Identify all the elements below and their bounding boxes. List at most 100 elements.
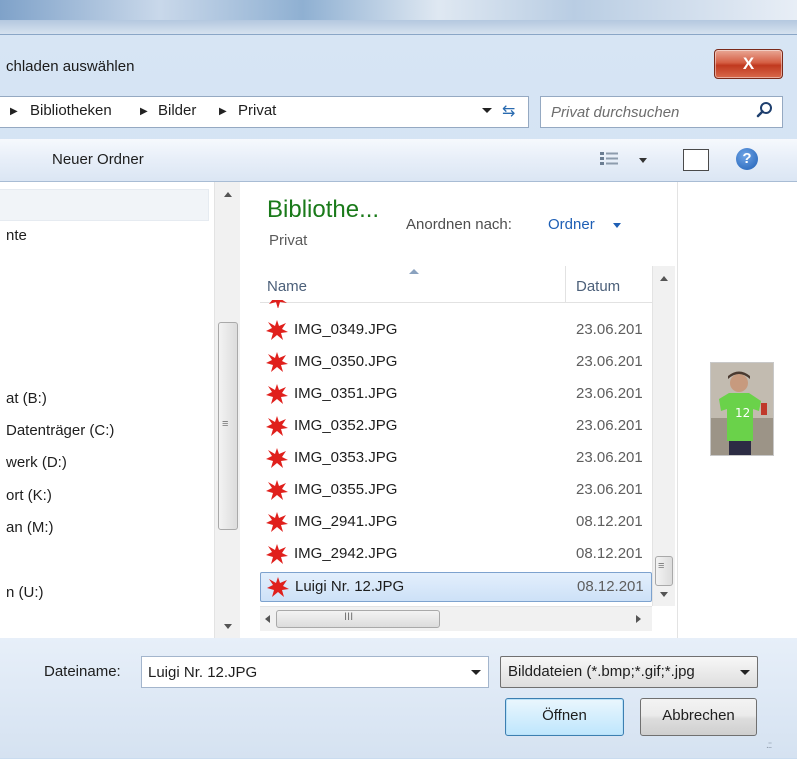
window-title: chladen auswählen (6, 58, 135, 75)
file-date: 23.06.201 (576, 417, 643, 434)
arrange-by-dropdown[interactable]: Ordner (548, 216, 595, 233)
file-date: 08.12.201 (576, 545, 643, 562)
paint-splat-icon (266, 544, 288, 564)
nav-item-drive-d[interactable]: werk (D:) (6, 454, 67, 471)
scroll-right-icon[interactable] (636, 615, 641, 623)
file-date: 23.06.201 (576, 385, 643, 402)
column-divider[interactable] (565, 266, 566, 302)
chevron-down-icon[interactable] (613, 223, 621, 228)
filename-combobox (141, 656, 489, 688)
scroll-down-icon[interactable] (224, 624, 232, 629)
breadcrumb[interactable]: ▶ Bibliotheken ▶ Bilder ▶ Privat ⇆ (0, 96, 529, 128)
open-button[interactable]: Öffnen (505, 698, 624, 736)
horizontal-scrollbar[interactable]: III (260, 606, 652, 631)
paint-splat-icon (269, 300, 287, 308)
file-row[interactable]: IMG_0350.JPG 23.06.201 (260, 348, 652, 376)
background-window-strip (0, 0, 797, 34)
file-row[interactable]: IMG_0355.JPG 23.06.201 (260, 476, 652, 504)
nav-item-documents[interactable]: nte (6, 227, 27, 244)
filename-label: Dateiname: (44, 663, 121, 680)
file-name: IMG_2942.JPG (294, 545, 398, 562)
chevron-down-icon[interactable] (639, 158, 647, 163)
list-item-partial[interactable] (260, 300, 652, 308)
new-folder-button[interactable]: Neuer Ordner (52, 151, 144, 168)
filename-input[interactable] (146, 661, 450, 683)
chevron-down-icon[interactable] (482, 108, 492, 113)
file-name: IMG_2941.JPG (294, 513, 398, 530)
breadcrumb-separator-icon[interactable]: ▶ (140, 106, 148, 117)
nav-item-drive-k[interactable]: ort (K:) (6, 487, 52, 504)
file-list-scrollbar[interactable]: ≡ (652, 266, 675, 606)
grip-icon: ≡ (222, 418, 229, 430)
file-row[interactable]: IMG_2942.JPG 08.12.201 (260, 540, 652, 568)
file-name: IMG_0349.JPG (294, 321, 398, 338)
scrollbar-thumb[interactable] (276, 610, 440, 628)
paint-splat-icon (266, 448, 288, 468)
file-row[interactable]: IMG_0353.JPG 23.06.201 (260, 444, 652, 472)
file-type-value: Bilddateien (*.bmp;*.gif;*.jpg (508, 663, 695, 680)
file-row[interactable]: IMG_0352.JPG 23.06.201 (260, 412, 652, 440)
refresh-icon[interactable]: ⇆ (502, 101, 515, 121)
file-row[interactable]: IMG_0349.JPG 23.06.201 (260, 316, 652, 344)
column-header-row: Name Datum (260, 266, 652, 303)
navigation-selected-item[interactable] (0, 189, 209, 221)
scroll-up-icon[interactable] (224, 192, 232, 197)
file-row-selected[interactable]: Luigi Nr. 12.JPG 08.12.201 (260, 572, 652, 602)
scroll-left-icon[interactable] (265, 615, 270, 623)
nav-item-drive-m[interactable]: an (M:) (6, 519, 54, 536)
scroll-up-icon[interactable] (660, 276, 668, 281)
file-date: 23.06.201 (576, 449, 643, 466)
file-name: IMG_0353.JPG (294, 449, 398, 466)
breadcrumb-bibliotheken[interactable]: Bibliotheken (30, 102, 112, 119)
navigation-pane: nte at (B:) Datenträger (C:) werk (D:) o… (0, 182, 241, 638)
column-header-name[interactable]: Name (267, 278, 307, 295)
sort-ascending-icon (409, 269, 419, 274)
nav-item-drive-b[interactable]: at (B:) (6, 390, 47, 407)
help-icon[interactable]: ? (736, 148, 758, 170)
file-date: 23.06.201 (576, 481, 643, 498)
paint-splat-icon (266, 480, 288, 500)
paint-splat-icon (266, 512, 288, 532)
navigation-scrollbar[interactable]: ≡ (214, 182, 241, 638)
search-icon[interactable] (755, 100, 775, 120)
chevron-down-icon[interactable] (471, 670, 481, 675)
paint-splat-icon (266, 352, 288, 372)
nav-item-drive-c[interactable]: Datenträger (C:) (6, 422, 114, 439)
paint-splat-icon (266, 320, 288, 340)
photo-preview: 12 (710, 362, 774, 456)
file-name: IMG_0352.JPG (294, 417, 398, 434)
main-content: nte at (B:) Datenträger (C:) werk (D:) o… (0, 182, 797, 638)
file-name: IMG_0350.JPG (294, 353, 398, 370)
paint-splat-icon (266, 416, 288, 436)
grip-icon: III (344, 611, 354, 623)
shirt-number: 12 (735, 406, 750, 420)
file-date: 08.12.201 (577, 578, 644, 595)
breadcrumb-separator-icon[interactable]: ▶ (10, 106, 18, 117)
file-row[interactable]: IMG_0351.JPG 23.06.201 (260, 380, 652, 408)
preview-pane-icon[interactable] (683, 149, 709, 171)
scroll-down-icon[interactable] (660, 592, 668, 597)
breadcrumb-privat[interactable]: Privat (238, 102, 276, 119)
view-options-icon[interactable] (599, 151, 621, 169)
file-date: 23.06.201 (576, 353, 643, 370)
close-button[interactable]: X (714, 49, 783, 79)
search-box (540, 96, 783, 128)
file-row[interactable]: IMG_2941.JPG 08.12.201 (260, 508, 652, 536)
column-header-date[interactable]: Datum (576, 278, 620, 295)
file-name: IMG_0351.JPG (294, 385, 398, 402)
paint-splat-icon (267, 577, 289, 597)
file-date: 08.12.201 (576, 513, 643, 530)
library-title: Bibliothe... (267, 196, 380, 223)
nav-item-drive-u[interactable]: n (U:) (6, 584, 44, 601)
cancel-button[interactable]: Abbrechen (640, 698, 757, 736)
breadcrumb-bilder[interactable]: Bilder (158, 102, 196, 119)
resize-grip-icon[interactable]: .:: (766, 740, 772, 751)
file-list-pane: Bibliothe... Privat Anordnen nach: Ordne… (240, 182, 677, 638)
library-subtitle: Privat (269, 232, 308, 249)
file-name: IMG_0355.JPG (294, 481, 398, 498)
chevron-down-icon[interactable] (740, 670, 750, 675)
dialog-footer: Dateiname: Bilddateien (*.bmp;*.gif;*.jp… (0, 638, 797, 758)
breadcrumb-separator-icon[interactable]: ▶ (219, 106, 227, 117)
file-type-select[interactable]: Bilddateien (*.bmp;*.gif;*.jpg (500, 656, 758, 688)
search-input[interactable] (549, 101, 748, 123)
